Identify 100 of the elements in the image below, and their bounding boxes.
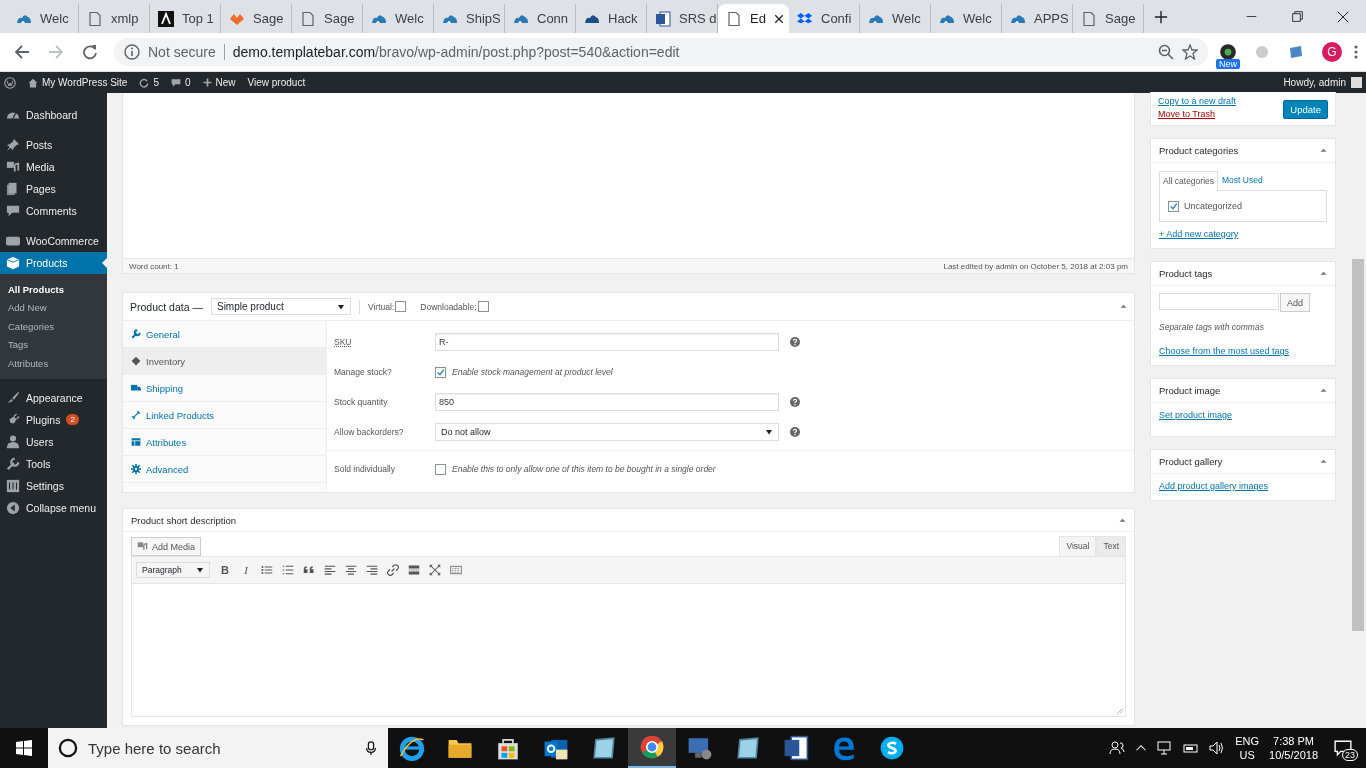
skype-icon [879,735,905,761]
update-button[interactable]: Update [1283,100,1328,119]
input-field[interactable]: R- [435,333,779,351]
network-icon [1157,740,1174,756]
checkbox-label: Enable this to only allow one of this item to be bought in a single order [452,464,716,474]
person-icon [6,434,20,449]
taskbar-button[interactable] [628,728,676,768]
checkbox[interactable] [477,301,489,312]
panel-title: Product data — [130,300,203,313]
menu-item[interactable]: WooCommerce [0,230,107,252]
italic-button[interactable]: I [240,563,252,577]
greeting-text[interactable]: Howdy, admin [1283,77,1346,88]
menu-item[interactable]: Products [0,252,107,274]
menu-item[interactable]: Settings [0,474,107,497]
collapse-arrow-icon [1320,270,1327,277]
woo-icon [6,234,20,248]
collapse-arrow-icon [1320,458,1327,465]
field-label: Stock quantity [334,397,389,407]
category-label: Uncategorized [1184,201,1243,211]
box-title: Product gallery [1159,456,1223,467]
profile-avatar[interactable]: G [1322,42,1342,62]
menu-item[interactable]: Tools [0,452,107,475]
read-more-icon [408,564,420,576]
add-button[interactable]: Add [1280,293,1310,312]
menu-item[interactable]: Comments [0,200,107,222]
search-field[interactable]: Type here to search [48,728,388,768]
select-field[interactable]: Do not allow [435,423,779,441]
submenu-item[interactable]: Categories [0,317,107,336]
box-title: Product categories [1159,145,1239,156]
most-used-tags-link[interactable]: Choose from the most used tags [1159,346,1290,356]
page-icon [1081,10,1097,27]
panel-tab[interactable]: Inventory [123,348,326,375]
menu-item[interactable]: Users [0,430,107,453]
forward-arrow-icon [48,44,64,60]
align-left-icon [324,564,336,576]
copy-draft-link[interactable]: Copy to a new draft [1158,96,1237,106]
panel-tab[interactable]: Linked Products [123,402,326,429]
camera-music-icon [6,160,20,174]
field-label: Allow backorders? [334,427,405,437]
e-logo-icon [399,735,425,761]
gear-icon [131,464,141,474]
format-select[interactable]: Paragraph [136,562,210,578]
panel-tab[interactable]: Advanced [123,456,326,483]
resize-grip-icon [1115,706,1123,714]
menu-item[interactable]: Media [0,156,107,178]
submenu-item[interactable]: Tags [0,335,107,354]
chrome-icon [639,734,665,760]
people-icon [1109,740,1126,756]
add-media-button[interactable]: Add Media [131,537,202,556]
submenu-item[interactable]: Add New [0,298,107,317]
submenu-item[interactable]: Attributes [0,354,107,373]
browser-tab[interactable]: Ed [718,4,789,33]
updates-count[interactable]: 5 [153,77,159,88]
editor-tab[interactable]: Text [1096,536,1126,556]
category-tab[interactable]: Most Used [1218,170,1267,190]
pushpin-icon [6,138,20,152]
new-link[interactable]: New [215,77,236,88]
menu-icon [1354,44,1358,60]
add-category-link[interactable]: + Add new category [1159,229,1239,239]
address-bar[interactable]: Not secure demo.templatebar.com/bravo/wp-admin/post.php?post=540&action=edit [114,38,1208,66]
box-icon [6,256,20,270]
tag-input[interactable] [1159,293,1279,310]
add-gallery-link[interactable]: Add product gallery images [1159,481,1269,491]
keyboard-icon [449,564,463,576]
panel-tab[interactable]: Attributes [123,429,326,456]
word-icon [655,10,671,27]
menu-item[interactable]: Plugins 2 [0,408,107,431]
panel-title: Product short description [131,514,237,526]
submenu-item[interactable]: All Products [0,280,107,299]
fullscreen-icon [429,564,441,576]
tag-icon [131,356,141,366]
numbered-list-icon [282,564,294,576]
language-indicator[interactable]: ENG US [1235,734,1260,762]
comments-count[interactable]: 0 [184,77,191,88]
menu-item[interactable]: Pages [0,178,107,200]
extension-icon [1288,44,1304,60]
product-type-select[interactable]: Simple product [210,298,351,315]
option-label: Downloadable: [420,301,477,312]
site-link[interactable]: My WordPress Site [42,77,128,88]
menu-item[interactable]: Posts [0,134,107,156]
checkbox[interactable] [435,463,446,475]
editor-tab[interactable]: Visual [1059,536,1097,556]
trash-link[interactable]: Move to Trash [1158,109,1237,119]
clock[interactable]: 7:38 PM 10/5/2018 [1269,734,1318,762]
field-label: Manage stock? [334,367,393,377]
set-image-link[interactable]: Set product image [1159,410,1233,420]
menu-item[interactable]: Dashboard [0,104,107,126]
close-icon [773,13,784,24]
collapse-arrow-icon [1320,147,1327,154]
menu-item[interactable]: Collapse menu [0,496,107,519]
bold-button[interactable]: B [219,563,231,577]
wrench-icon [6,456,20,471]
category-tab[interactable]: All categories [1159,171,1219,191]
checkbox[interactable] [435,366,446,378]
menu-item[interactable]: Appearance [0,386,107,409]
panel-tab[interactable]: Shipping [123,375,326,402]
view-product-link[interactable]: View product [247,77,306,88]
checkbox[interactable] [1168,200,1179,212]
checkbox[interactable] [395,301,407,312]
input-field[interactable]: 850 [435,393,779,411]
